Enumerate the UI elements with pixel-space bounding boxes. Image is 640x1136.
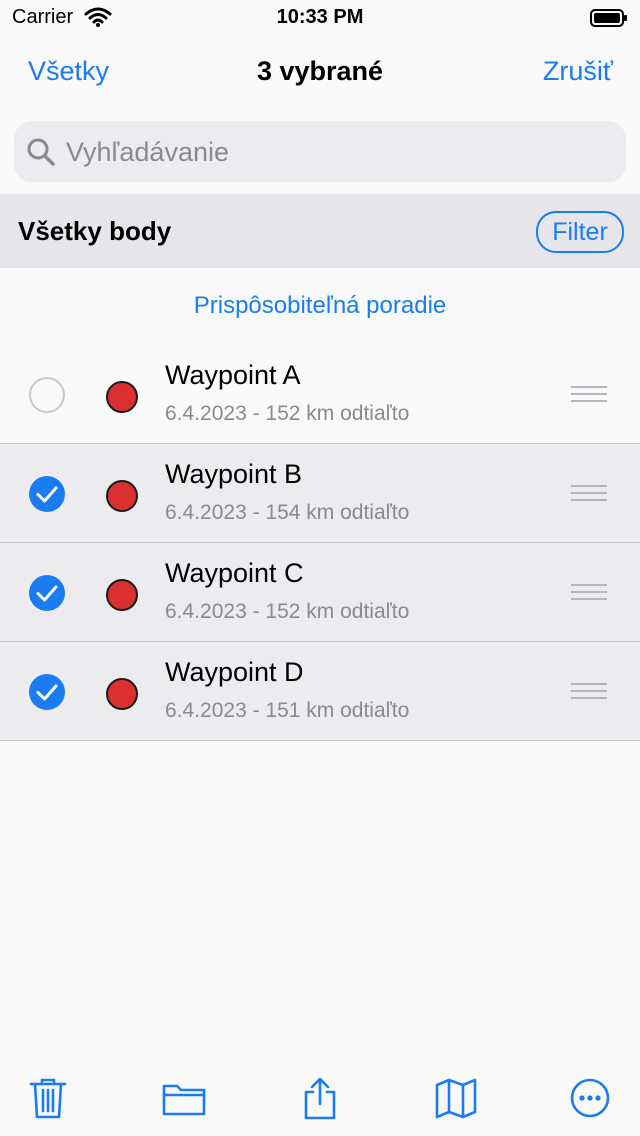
trash-icon[interactable]: [26, 1076, 70, 1120]
waypoint-title: Waypoint A: [165, 360, 301, 390]
waypoint-subtitle: 6.4.2023 - 151 km odtiaľto: [165, 699, 410, 722]
map-icon[interactable]: [434, 1076, 478, 1120]
battery-icon: [590, 9, 627, 27]
waypoint-title: Waypoint D: [165, 657, 304, 687]
waypoint-subtitle: 6.4.2023 - 152 km odtiaľto: [165, 402, 410, 425]
section-header: Všetky body Filter: [0, 194, 640, 268]
waypoint-list: Waypoint A 6.4.2023 - 152 km odtiaľto Wa…: [0, 345, 640, 741]
search-placeholder: Vyhľadávanie: [66, 137, 229, 167]
folder-icon[interactable]: [162, 1076, 206, 1120]
waypoint-subtitle: 6.4.2023 - 152 km odtiaľto: [165, 600, 410, 623]
waypoint-subtitle: 6.4.2023 - 154 km odtiaľto: [165, 501, 410, 524]
checkmark-circle-icon[interactable]: [28, 673, 66, 711]
waypoint-title: Waypoint B: [165, 459, 303, 489]
reorder-handle-icon[interactable]: [571, 484, 607, 502]
table-row[interactable]: Waypoint C 6.4.2023 - 152 km odtiaľto: [0, 543, 640, 642]
selection-circle-icon[interactable]: [28, 376, 66, 414]
waypoint-marker-icon: [106, 579, 138, 611]
table-row[interactable]: Waypoint B 6.4.2023 - 154 km odtiaľto: [0, 444, 640, 543]
search-icon: [27, 138, 55, 166]
checkmark-circle-icon[interactable]: [28, 574, 66, 612]
search-input[interactable]: Vyhľadávanie: [14, 121, 626, 182]
clock: 10:33 PM: [276, 6, 364, 28]
bottom-toolbar: [0, 1060, 640, 1136]
table-row[interactable]: Waypoint A 6.4.2023 - 152 km odtiaľto: [0, 345, 640, 444]
table-row[interactable]: Waypoint D 6.4.2023 - 151 km odtiaľto: [0, 642, 640, 741]
reorder-handle-icon[interactable]: [571, 583, 607, 601]
waypoint-marker-icon: [106, 480, 138, 512]
filter-button[interactable]: Filter: [536, 211, 624, 253]
waypoint-marker-icon: [106, 678, 138, 710]
reorder-handle-icon[interactable]: [571, 385, 607, 403]
waypoint-marker-icon: [106, 381, 138, 413]
reorder-handle-icon[interactable]: [571, 682, 607, 700]
section-title: Všetky body: [18, 216, 172, 246]
share-icon[interactable]: [298, 1076, 342, 1120]
more-icon[interactable]: [568, 1076, 612, 1120]
custom-order-link[interactable]: Prispôsobiteľná poradie: [0, 292, 640, 320]
navigation-bar: Všetky 3 vybrané Zrušiť: [0, 40, 640, 110]
status-bar: Carrier 10:33 PM: [0, 0, 640, 40]
waypoint-title: Waypoint C: [165, 558, 304, 588]
checkmark-circle-icon[interactable]: [28, 475, 66, 513]
cancel-button[interactable]: Zrušiť: [543, 56, 613, 87]
